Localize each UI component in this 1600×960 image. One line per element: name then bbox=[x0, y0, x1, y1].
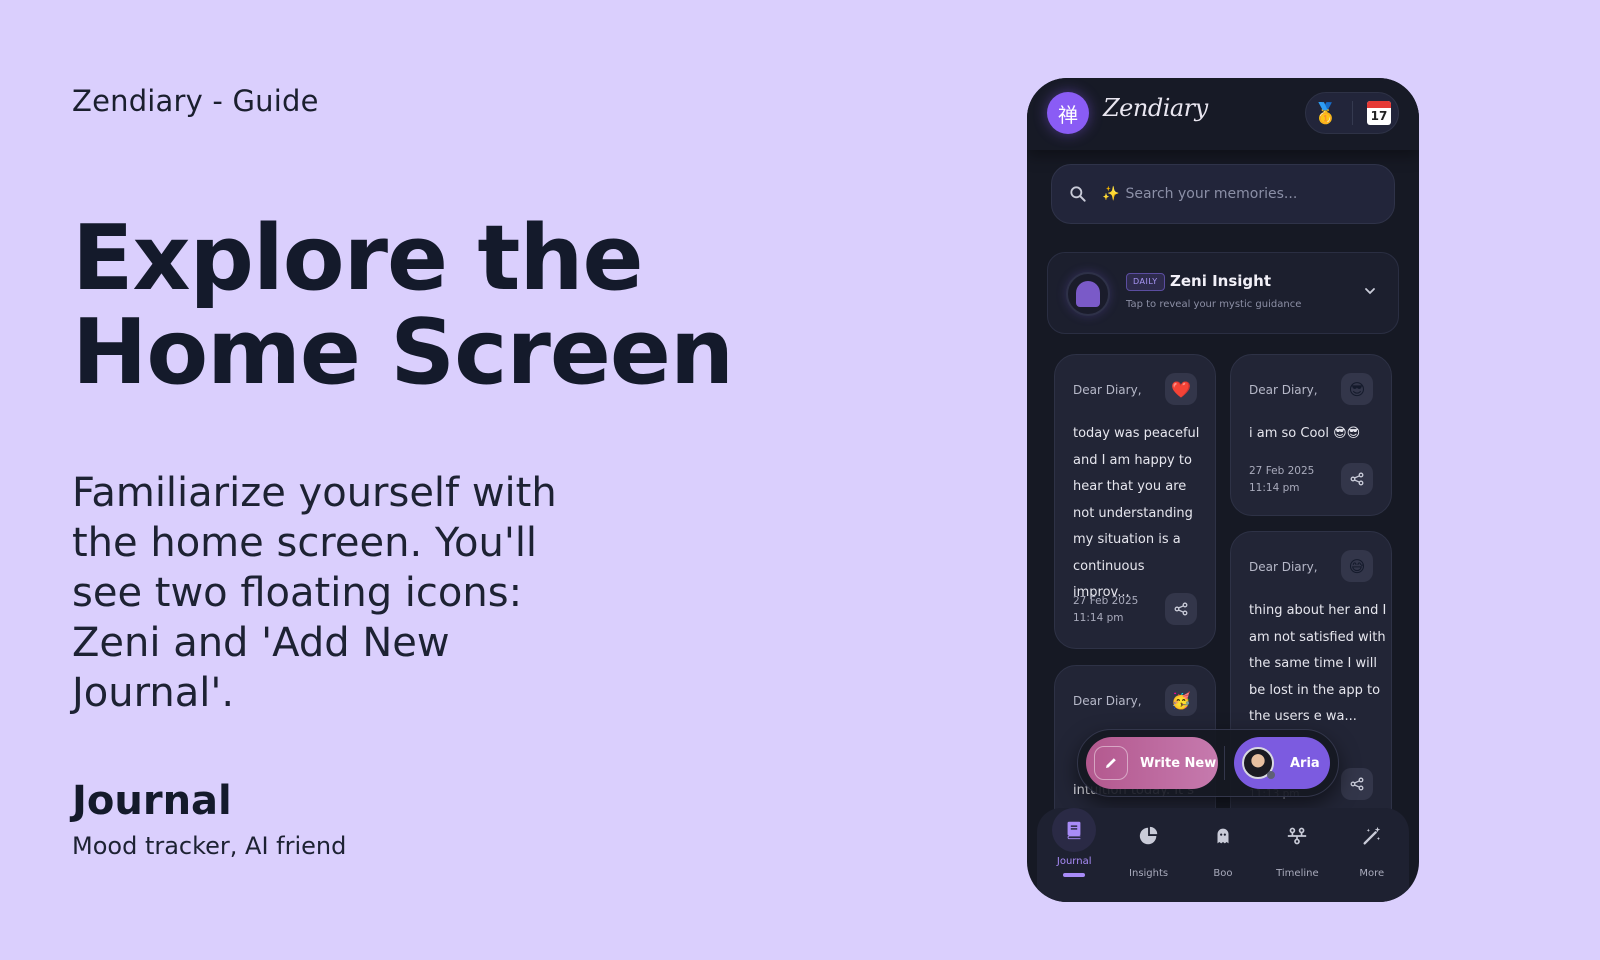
tab-insights[interactable]: Insights bbox=[1118, 808, 1180, 902]
write-new-button[interactable]: Write New bbox=[1086, 737, 1218, 789]
medal-icon[interactable]: 🥇 bbox=[1313, 101, 1338, 125]
magic-wand-icon bbox=[1350, 814, 1394, 858]
search-bar[interactable]: ✨ bbox=[1051, 164, 1395, 224]
mood-sweat-smile-icon: 😅 bbox=[1341, 550, 1373, 582]
write-new-label: Write New bbox=[1140, 755, 1217, 771]
page-title-line-2: Home Screen bbox=[72, 300, 734, 405]
crystal-ball-icon bbox=[1066, 272, 1110, 316]
bottom-navigation: Journal Insights Boo Timeline More bbox=[1037, 808, 1409, 902]
search-icon bbox=[1070, 186, 1086, 202]
active-indicator bbox=[1063, 873, 1086, 877]
zeni-insight-card[interactable]: DAILY Zeni Insight Tap to reveal your my… bbox=[1047, 252, 1399, 334]
page-title-line-1: Explore the bbox=[72, 206, 644, 311]
search-input[interactable] bbox=[1125, 186, 1346, 202]
share-button[interactable] bbox=[1165, 593, 1197, 625]
tab-label: Journal bbox=[1056, 856, 1092, 867]
entry-text: i am so Cool 😎😎 bbox=[1249, 426, 1361, 441]
calendar-icon[interactable]: 17 bbox=[1366, 101, 1391, 125]
mood-heart-icon: ❤️ bbox=[1165, 373, 1197, 405]
section-title: Journal bbox=[72, 778, 232, 824]
entry-text: thing about her and I am not satisfied w… bbox=[1249, 603, 1387, 724]
book-icon bbox=[1052, 808, 1097, 852]
divider bbox=[1351, 101, 1353, 125]
timeline-icon bbox=[1275, 814, 1319, 858]
share-icon bbox=[1174, 602, 1188, 616]
entry-time: 11:14 pm bbox=[1073, 612, 1124, 624]
entry-timestamp: 27 Feb 2025 11:14 pm bbox=[1249, 463, 1314, 497]
tab-label: Insights bbox=[1129, 868, 1169, 879]
tab-boo[interactable]: Boo bbox=[1192, 808, 1254, 902]
phone-screen: 禅 Zendiary 🥇 17 ✨ DAILY Zeni Insight Tap… bbox=[1027, 78, 1419, 902]
header-actions: 🥇 17 bbox=[1305, 92, 1399, 134]
tab-label: More bbox=[1359, 868, 1385, 879]
tab-journal[interactable]: Journal bbox=[1043, 808, 1105, 902]
pencil-icon bbox=[1094, 746, 1128, 780]
app-header: 禅 Zendiary 🥇 17 bbox=[1027, 78, 1419, 150]
entry-date: 27 Feb 2025 bbox=[1073, 595, 1139, 607]
divider bbox=[1224, 746, 1225, 780]
aria-label: Aria bbox=[1290, 755, 1320, 771]
app-logo-icon[interactable]: 禅 bbox=[1047, 92, 1089, 134]
insight-title: Zeni Insight bbox=[1170, 272, 1272, 290]
entry-date: 27 Feb 2025 bbox=[1249, 465, 1315, 477]
entry-greeting: Dear Diary, bbox=[1073, 383, 1142, 397]
guide-description: Familiarize yourself with the home scree… bbox=[72, 470, 557, 716]
floating-actions: Write New Aria bbox=[1077, 729, 1339, 797]
share-icon bbox=[1350, 777, 1364, 791]
tab-timeline[interactable]: Timeline bbox=[1266, 808, 1328, 902]
avatar bbox=[1242, 747, 1275, 779]
insight-subtitle: Tap to reveal your mystic guidance bbox=[1126, 299, 1302, 310]
aria-ai-button[interactable]: Aria bbox=[1234, 737, 1330, 789]
tab-label: Boo bbox=[1213, 868, 1233, 879]
tab-label: Timeline bbox=[1276, 868, 1319, 879]
entry-greeting: Dear Diary, bbox=[1073, 694, 1142, 708]
pie-chart-icon bbox=[1127, 814, 1171, 858]
mood-party-icon: 🥳 bbox=[1165, 684, 1197, 716]
entry-greeting: Dear Diary, bbox=[1249, 383, 1318, 397]
entry-timestamp: 27 Feb 2025 11:14 pm bbox=[1073, 593, 1138, 627]
page-title: Explore the Home Screen bbox=[72, 206, 734, 405]
daily-badge: DAILY bbox=[1126, 273, 1165, 291]
journal-entry-card[interactable]: Dear Diary, ❤️ today was peaceful and I … bbox=[1054, 354, 1216, 649]
entry-time: 11:14 pm bbox=[1249, 482, 1300, 494]
guide-title: Zendiary - Guide bbox=[72, 84, 319, 118]
journal-entry-card[interactable]: Dear Diary, 😎 i am so Cool 😎😎 27 Feb 202… bbox=[1230, 354, 1392, 516]
entry-greeting: Dear Diary, bbox=[1249, 560, 1318, 574]
mood-cool-icon: 😎 bbox=[1341, 373, 1373, 405]
share-button[interactable] bbox=[1341, 768, 1373, 800]
sparkle-icon: ✨ bbox=[1102, 186, 1120, 202]
entry-text: today was peaceful and I am happy to hea… bbox=[1073, 426, 1200, 600]
ghost-icon bbox=[1201, 814, 1245, 858]
tab-more[interactable]: More bbox=[1341, 808, 1403, 902]
share-icon bbox=[1350, 472, 1364, 486]
share-button[interactable] bbox=[1341, 463, 1373, 495]
app-name: Zendiary bbox=[1103, 94, 1208, 122]
chevron-down-icon[interactable] bbox=[1364, 285, 1376, 297]
section-subtitle: Mood tracker, AI friend bbox=[72, 832, 347, 860]
